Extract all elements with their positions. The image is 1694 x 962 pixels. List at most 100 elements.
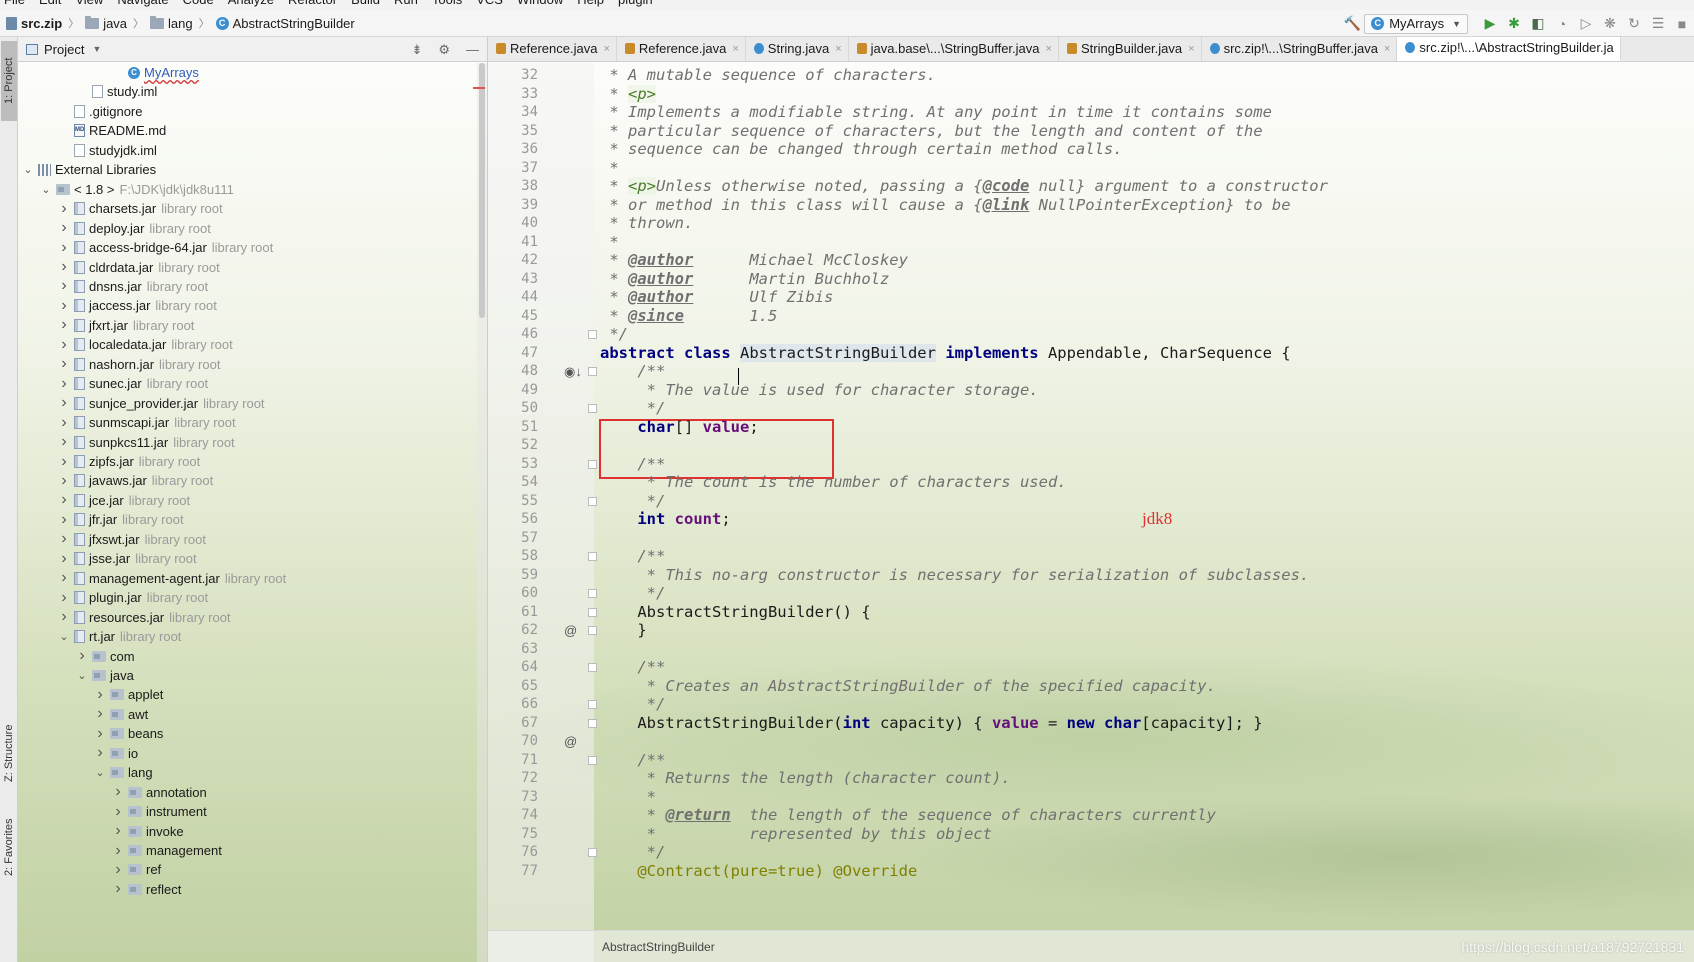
chevron-right-icon[interactable]: › — [94, 725, 106, 743]
breadcrumb-src-zip[interactable]: src.zip 〉 — [6, 15, 79, 31]
tree-row[interactable]: › io — [94, 744, 138, 763]
chevron-right-icon[interactable]: › — [58, 258, 70, 276]
code-line[interactable]: * <p>Unless otherwise noted, passing a {… — [600, 177, 1328, 195]
tree-row[interactable]: › com — [76, 647, 134, 666]
fold-marker-icon[interactable] — [588, 589, 597, 598]
fold-marker-icon[interactable] — [588, 552, 597, 561]
menu-item-refactor[interactable]: Refactor — [288, 0, 337, 7]
code-line[interactable]: /** — [600, 547, 665, 565]
gear-icon[interactable]: ⚙ — [438, 42, 450, 58]
tree-row[interactable]: › cldrdata.jar library root — [58, 258, 219, 277]
tree-row[interactable]: › awt — [94, 705, 148, 724]
chevron-down-icon[interactable]: ⌄ — [58, 630, 70, 643]
code-line[interactable]: char[] value; — [600, 418, 758, 436]
code-line[interactable]: /** — [600, 658, 665, 676]
code-line[interactable]: * @since 1.5 — [600, 307, 777, 325]
tree-row[interactable]: › jfxrt.jar library root — [58, 316, 194, 335]
tree-row[interactable]: study.iml — [76, 82, 157, 101]
code-line[interactable]: } — [600, 621, 646, 639]
code-line[interactable]: * thrown. — [600, 214, 693, 232]
tree-row[interactable]: › access-bridge-64.jar library root — [58, 238, 273, 257]
editor-breadcrumb-label[interactable]: AbstractStringBuilder — [602, 940, 715, 954]
code-line[interactable]: */ — [600, 325, 628, 343]
menu-item-edit[interactable]: Edit — [39, 0, 61, 7]
close-icon[interactable]: × — [1046, 43, 1052, 55]
chevron-down-icon[interactable]: ⌄ — [40, 183, 52, 196]
code-line[interactable]: /** — [600, 751, 665, 769]
run-dashboard-icon[interactable]: ▷ — [1574, 12, 1598, 36]
fold-marker-icon[interactable] — [588, 459, 597, 469]
tree-row[interactable]: › zipfs.jar library root — [58, 452, 200, 471]
fold-marker-icon[interactable] — [588, 330, 597, 339]
chevron-right-icon[interactable]: › — [58, 336, 70, 354]
fold-marker-icon[interactable] — [588, 496, 597, 506]
code-line[interactable]: abstract class AbstractStringBuilder imp… — [600, 343, 1291, 362]
menu-item-vcs[interactable]: VCS — [476, 0, 503, 7]
breadcrumb-lang[interactable]: lang 〉 — [150, 15, 210, 31]
tree-row[interactable]: › sunmscapi.jar library root — [58, 413, 235, 432]
chevron-right-icon[interactable]: › — [112, 861, 124, 879]
chevron-right-icon[interactable]: › — [58, 433, 70, 451]
tree-row[interactable]: › instrument — [112, 802, 206, 821]
code-line[interactable]: */ — [600, 492, 666, 510]
tree-row[interactable]: .gitignore — [58, 102, 142, 121]
code-line[interactable]: @Contract(pure=true) @Override — [600, 862, 917, 880]
code-line[interactable]: /** — [600, 362, 665, 380]
chevron-right-icon[interactable]: › — [58, 550, 70, 568]
tree-row[interactable]: › management-agent.jar library root — [58, 569, 286, 588]
chevron-right-icon[interactable]: › — [112, 822, 124, 840]
panel-scrollbar[interactable] — [477, 63, 487, 962]
chevron-right-icon[interactable]: › — [58, 219, 70, 237]
fold-marker-icon[interactable] — [588, 663, 597, 672]
menu-item-navigate[interactable]: Navigate — [117, 0, 168, 7]
code-line[interactable]: * Creates an AbstractStringBuilder of th… — [600, 677, 1216, 695]
tree-row[interactable]: › resources.jar library root — [58, 608, 230, 627]
chevron-down-icon[interactable]: ⌄ — [94, 766, 106, 779]
tree-row[interactable]: ⌄ lang — [94, 763, 152, 782]
editor-tab[interactable]: src.zip!\...\StringBuffer.java × — [1202, 37, 1398, 61]
chevron-right-icon[interactable]: › — [58, 394, 70, 412]
chevron-right-icon[interactable]: › — [58, 608, 70, 626]
collapse-all-icon[interactable]: ⇟ — [411, 42, 422, 58]
editor-tab[interactable]: java.base\...\StringBuffer.java × — [849, 37, 1059, 61]
tree-row[interactable]: › management — [112, 841, 222, 860]
code-line[interactable]: * represented by this object — [600, 825, 992, 843]
debug-icon[interactable]: ✱ — [1502, 12, 1526, 36]
chevron-right-icon[interactable]: › — [94, 744, 106, 762]
tree-row[interactable]: › sunpkcs11.jar library root — [58, 433, 234, 452]
chevron-down-icon[interactable]: ▼ — [92, 44, 101, 54]
implementation-marker-icon[interactable]: ◉↓ — [564, 364, 582, 380]
chevron-down-icon[interactable]: ⌄ — [76, 669, 88, 682]
code-line[interactable]: */ — [600, 843, 666, 861]
chevron-right-icon[interactable]: › — [58, 239, 70, 257]
chevron-right-icon[interactable]: › — [58, 297, 70, 315]
code-line[interactable]: * @author Martin Buchholz — [600, 270, 889, 288]
breadcrumb-java[interactable]: java 〉 — [85, 15, 144, 31]
code-line[interactable]: * Returns the length (character count). — [600, 769, 1011, 787]
fold-marker-icon[interactable] — [588, 718, 597, 728]
menu-item-help[interactable]: Help — [577, 0, 604, 7]
chevron-right-icon[interactable]: › — [94, 686, 106, 704]
tree-row[interactable]: › plugin.jar library root — [58, 588, 208, 607]
tree-row[interactable]: ⌄ < 1.8 > F:\JDK\jdk\jdk8u111 — [40, 180, 234, 199]
code-line[interactable]: * or method in this class will cause a {… — [600, 196, 1290, 214]
code-line[interactable]: * sequence can be changed through certai… — [600, 140, 1122, 158]
menu-item-run[interactable]: Run — [394, 0, 418, 7]
tree-row[interactable]: › applet — [94, 685, 163, 704]
panel-title[interactable]: Project — [44, 42, 84, 57]
fold-marker-icon[interactable] — [588, 848, 597, 857]
code-line[interactable]: * — [600, 159, 618, 177]
attach-debugger-icon[interactable]: ❋ — [1598, 12, 1622, 36]
menu-item-view[interactable]: View — [75, 0, 103, 7]
fold-marker-icon[interactable] — [588, 607, 597, 617]
tree-row[interactable]: › beans — [94, 724, 163, 743]
chevron-right-icon[interactable]: › — [58, 200, 70, 218]
tree-row[interactable]: MyArrays — [112, 63, 199, 82]
fold-marker-icon[interactable] — [588, 404, 597, 413]
build-project-icon[interactable]: ☰ — [1646, 12, 1670, 36]
chevron-right-icon[interactable]: › — [58, 472, 70, 490]
override-marker-icon[interactable]: @ — [564, 623, 577, 638]
profile-icon[interactable]: ◔ — [1550, 12, 1574, 36]
tree-row[interactable]: › reflect — [112, 880, 181, 899]
chevron-right-icon[interactable]: › — [112, 783, 124, 801]
